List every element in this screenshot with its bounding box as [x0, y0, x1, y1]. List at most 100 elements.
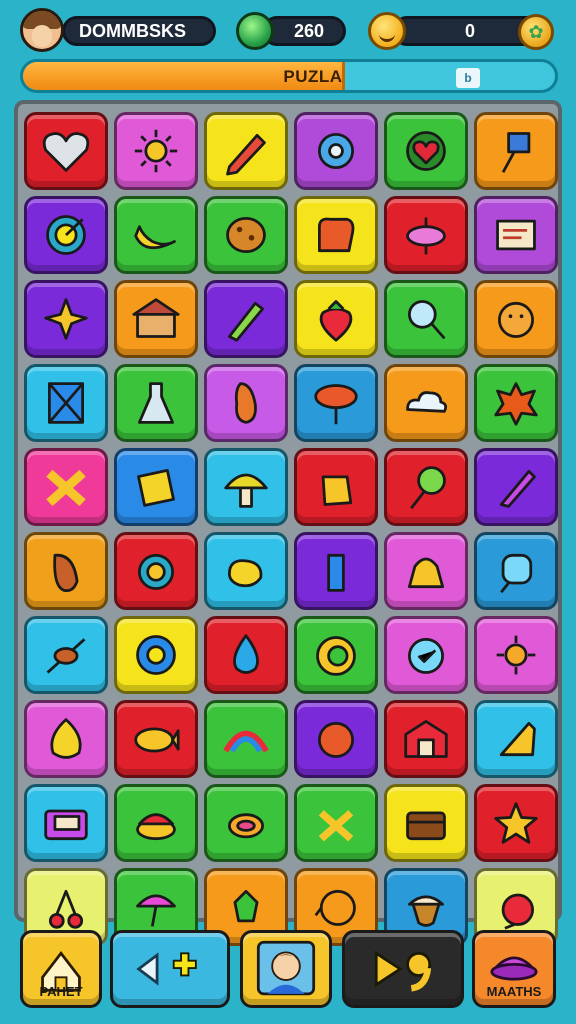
board-tile[interactable] [204, 196, 288, 274]
top-hud: DOMMBSKS 260 0 ✿ [0, 0, 576, 60]
board-tile[interactable] [384, 196, 468, 274]
pen-icon [226, 133, 266, 176]
cake-icon [136, 813, 176, 841]
board-tile[interactable] [294, 364, 378, 442]
board-tile[interactable] [474, 448, 558, 526]
radio-icon [44, 809, 88, 841]
smiley-icon[interactable] [368, 12, 406, 50]
board-tile[interactable] [114, 700, 198, 778]
lollipop-icon [410, 466, 446, 510]
target-icon [46, 215, 86, 255]
board-tile[interactable] [24, 532, 108, 610]
board-tile[interactable] [474, 700, 558, 778]
board-tile[interactable] [204, 112, 288, 190]
board-tile[interactable] [24, 196, 108, 274]
bread-icon [53, 553, 79, 593]
board-tile[interactable] [204, 280, 288, 358]
board-tile[interactable] [204, 700, 288, 778]
heart-shield-icon [42, 132, 90, 172]
player-name: DOMMBSKS [79, 20, 186, 41]
board-tile[interactable] [474, 364, 558, 442]
star-fish-icon [44, 298, 88, 340]
board-tile[interactable] [384, 532, 468, 610]
duck-icon [228, 559, 263, 588]
board-tile[interactable] [24, 784, 108, 862]
board-tile[interactable] [24, 280, 108, 358]
banana-icon [134, 225, 176, 249]
board-tile[interactable] [114, 364, 198, 442]
barn-icon [404, 720, 448, 758]
frame-icon [48, 382, 84, 424]
board-tile[interactable] [114, 532, 198, 610]
board-tile[interactable] [204, 448, 288, 526]
gems-pill: 260 [262, 16, 346, 46]
splash-icon [494, 382, 538, 426]
board-tile[interactable] [294, 532, 378, 610]
board-tile[interactable] [294, 196, 378, 274]
board-tile[interactable] [204, 616, 288, 694]
ball-icon [318, 721, 354, 758]
chest-icon [406, 811, 446, 841]
board-tile[interactable] [384, 364, 468, 442]
bell-icon [408, 557, 444, 589]
board-tile[interactable] [294, 448, 378, 526]
popsicle-icon [500, 553, 533, 594]
play-button[interactable] [342, 930, 464, 1008]
board-tile[interactable] [204, 784, 288, 862]
board-tile[interactable] [384, 616, 468, 694]
player-name-pill: DOMMBSKS [62, 16, 216, 46]
board-tile[interactable] [294, 280, 378, 358]
board-tile[interactable] [24, 364, 108, 442]
coin-icon[interactable]: ✿ [518, 14, 554, 50]
board-tile[interactable] [114, 616, 198, 694]
spinner-icon [406, 217, 446, 255]
pencil-icon [228, 301, 264, 342]
kebab-icon [46, 638, 86, 674]
cloud-icon [406, 391, 448, 413]
board-tile[interactable] [384, 700, 468, 778]
sun-icon [134, 129, 178, 173]
board-tile[interactable] [474, 112, 558, 190]
home-button[interactable]: PAHET [20, 930, 102, 1008]
board-tile[interactable] [474, 616, 558, 694]
board-tile[interactable] [24, 616, 108, 694]
board-tile[interactable] [204, 532, 288, 610]
board-tile[interactable] [24, 448, 108, 526]
board-tile[interactable] [384, 448, 468, 526]
board-tile[interactable] [474, 280, 558, 358]
magnifier-icon [408, 300, 446, 340]
board-tile[interactable] [474, 532, 558, 610]
board-tile[interactable] [114, 280, 198, 358]
heart-leaf-icon [406, 131, 446, 171]
move-controls-button[interactable] [110, 930, 230, 1008]
fish-icon [134, 727, 180, 753]
board-tile[interactable] [474, 784, 558, 862]
board-tile[interactable] [294, 616, 378, 694]
board-tile[interactable] [204, 364, 288, 442]
board-tile[interactable] [384, 280, 468, 358]
star-icon [494, 802, 538, 844]
board-tile[interactable] [114, 112, 198, 190]
ruler-icon [499, 721, 536, 757]
matches-button[interactable]: MAATHS [472, 930, 556, 1008]
profile-button[interactable] [240, 930, 332, 1008]
player-avatar[interactable] [20, 8, 64, 52]
board-tile[interactable] [24, 700, 108, 778]
note-icon [496, 219, 536, 251]
matches-button-label: MAATHS [486, 984, 542, 999]
sun-flower-icon [496, 635, 536, 675]
board-tile[interactable] [24, 112, 108, 190]
board-tile[interactable] [294, 700, 378, 778]
board-tile[interactable] [384, 784, 468, 862]
board-tile[interactable] [474, 196, 558, 274]
bottle-icon [327, 553, 345, 592]
board-tile[interactable] [294, 784, 378, 862]
gem-icon[interactable] [236, 12, 274, 50]
glove-icon [318, 217, 355, 253]
board-tile[interactable] [114, 448, 198, 526]
rocket-icon [138, 553, 174, 590]
board-tile[interactable] [294, 112, 378, 190]
board-tile[interactable] [114, 784, 198, 862]
board-tile[interactable] [384, 112, 468, 190]
board-tile[interactable] [114, 196, 198, 274]
